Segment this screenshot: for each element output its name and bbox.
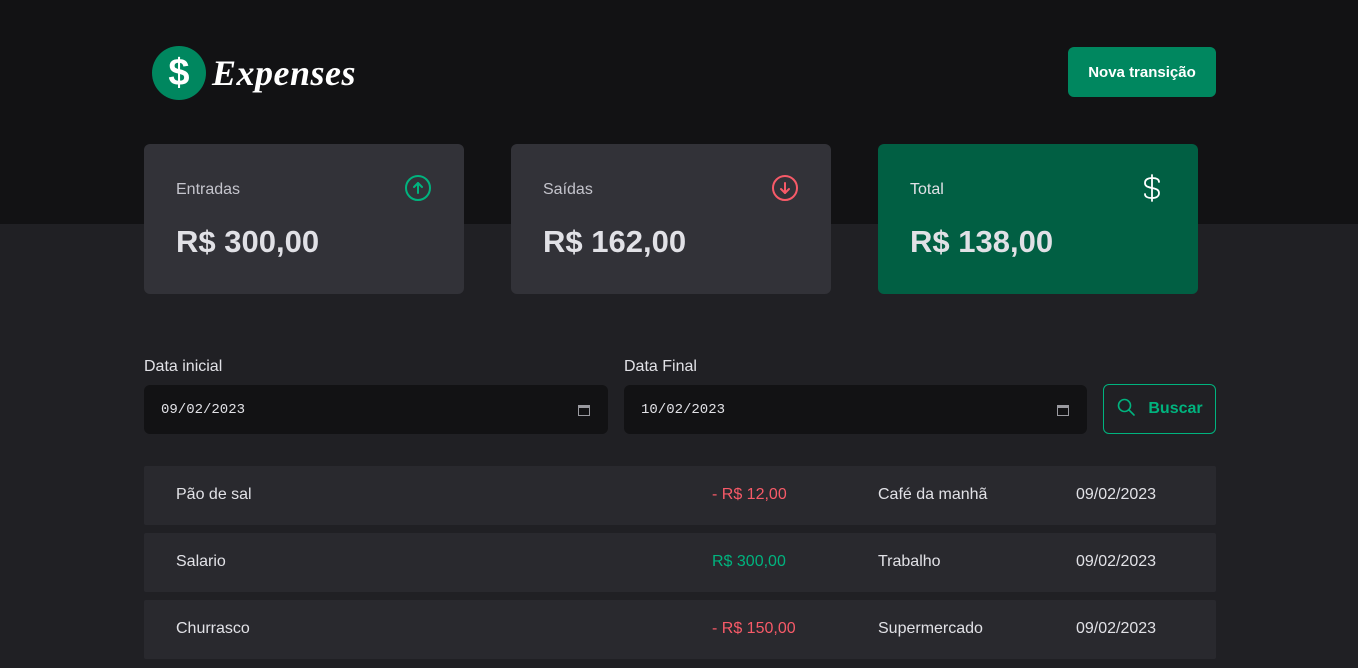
app-logo: $ Expenses xyxy=(152,46,356,100)
end-date-label: Data Final xyxy=(624,358,697,375)
start-date-input[interactable]: 09/02/2023 xyxy=(144,385,608,434)
summary-card-value: R$ 300,00 xyxy=(176,224,320,259)
start-date-value: 09/02/2023 xyxy=(161,401,246,418)
logo-text: Expenses xyxy=(212,53,357,93)
transaction-description: Pão de sal xyxy=(176,486,252,503)
start-date-label: Data inicial xyxy=(144,358,223,375)
transaction-description: Churrasco xyxy=(176,620,250,637)
end-date-value: 10/02/2023 xyxy=(641,401,726,418)
summary-card-value: R$ 138,00 xyxy=(910,224,1054,259)
transaction-row: Pão de sal - R$ 12,00 Café da manhã 09/0… xyxy=(144,466,1216,525)
arrow-circle-up-icon xyxy=(404,174,432,207)
summary-card-income: Entradas R$ 300,00 xyxy=(144,144,464,294)
summary-card-value: R$ 162,00 xyxy=(543,224,687,259)
summary-card-total: Total R$ 138,00 xyxy=(878,144,1198,294)
transaction-price: - R$ 150,00 xyxy=(712,620,796,637)
summary-card-label: Saídas xyxy=(543,181,593,198)
transaction-category: Trabalho xyxy=(878,553,941,570)
calendar-icon[interactable] xyxy=(578,403,592,417)
transaction-price: - R$ 12,00 xyxy=(712,486,787,503)
summary-card-label: Total xyxy=(910,181,944,198)
transaction-category: Café da manhã xyxy=(878,486,988,503)
currency-dollar-icon xyxy=(1138,172,1166,209)
transaction-price: R$ 300,00 xyxy=(712,553,786,570)
new-transaction-button[interactable]: Nova transição xyxy=(1068,47,1216,97)
search-button[interactable]: Buscar xyxy=(1103,384,1216,434)
summary-card-outcome: Saídas R$ 162,00 xyxy=(511,144,831,294)
transaction-description: Salario xyxy=(176,553,226,570)
transaction-row: Churrasco - R$ 150,00 Supermercado 09/02… xyxy=(144,600,1216,659)
logo-symbol: $ xyxy=(168,51,190,94)
transaction-date: 09/02/2023 xyxy=(1076,486,1157,503)
transaction-date: 09/02/2023 xyxy=(1076,553,1157,570)
calendar-icon[interactable] xyxy=(1057,403,1071,417)
transaction-row: Salario R$ 300,00 Trabalho 09/02/2023 xyxy=(144,533,1216,592)
search-button-label: Buscar xyxy=(1148,400,1203,417)
magnifying-glass-icon xyxy=(1116,397,1136,422)
transaction-category: Supermercado xyxy=(878,620,983,637)
arrow-circle-down-icon xyxy=(771,174,799,207)
transaction-date: 09/02/2023 xyxy=(1076,620,1157,637)
dollar-logo-icon: $ xyxy=(152,46,206,100)
summary-card-label: Entradas xyxy=(176,181,241,198)
end-date-input[interactable]: 10/02/2023 xyxy=(624,385,1087,434)
